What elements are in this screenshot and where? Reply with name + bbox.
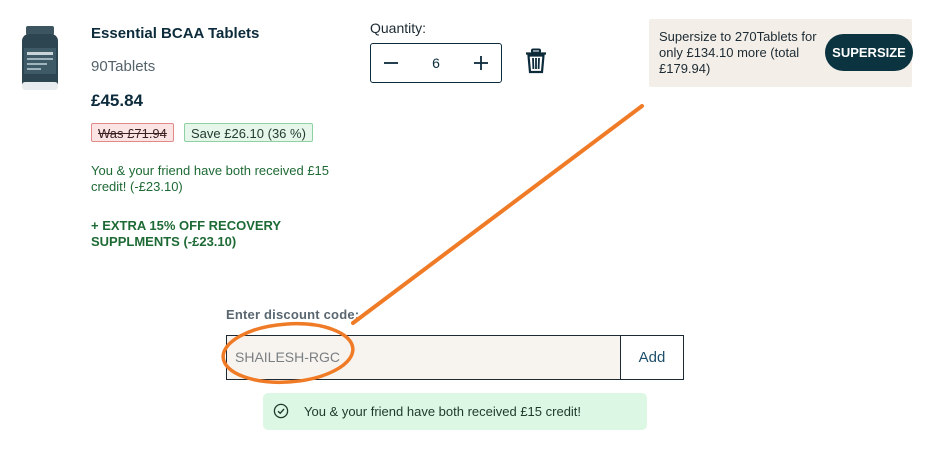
quantity-value[interactable]: 6	[411, 44, 461, 82]
annotation-arrow-line	[351, 104, 644, 325]
plus-icon	[474, 56, 488, 70]
minus-icon	[384, 62, 398, 64]
success-text: You & your friend have both received £15…	[304, 404, 582, 419]
quantity-increase-button[interactable]	[461, 44, 501, 82]
product-title[interactable]: Essential BCAA Tablets	[91, 25, 259, 42]
upsell-text: Supersize to 270Tablets for only £134.10…	[659, 29, 817, 76]
quantity-decrease-button[interactable]	[371, 44, 411, 82]
recovery-promo: + EXTRA 15% OFF RECOVERY SUPPLMENTS (-£2…	[91, 218, 281, 249]
quantity-label: Quantity:	[370, 20, 427, 36]
save-badge: Save £26.10 (36 %)	[184, 123, 313, 142]
supersize-upsell: Supersize to 270Tablets for only £134.10…	[649, 19, 913, 87]
product-price: £45.84	[91, 91, 143, 110]
check-circle-icon	[273, 403, 289, 419]
product-image	[17, 24, 63, 94]
discount-add-button[interactable]: Add	[620, 335, 684, 380]
supplement-bottle-icon	[22, 26, 58, 90]
discount-code-label: Enter discount code:	[226, 307, 360, 322]
trash-icon	[526, 48, 546, 74]
product-variant: 90Tablets	[91, 58, 156, 75]
discount-success-message: You & your friend have both received £15…	[263, 393, 647, 430]
remove-item-button[interactable]	[525, 48, 547, 74]
friend-credit-promo: You & your friend have both received £15…	[91, 163, 330, 194]
was-price-text: Was £71.94	[98, 126, 167, 141]
was-price-badge: Was £71.94	[91, 123, 174, 142]
quantity-stepper: 6	[370, 43, 502, 83]
discount-code-input[interactable]: SHAILESH-RGC	[226, 335, 621, 380]
supersize-button[interactable]: SUPERSIZE	[825, 34, 913, 71]
